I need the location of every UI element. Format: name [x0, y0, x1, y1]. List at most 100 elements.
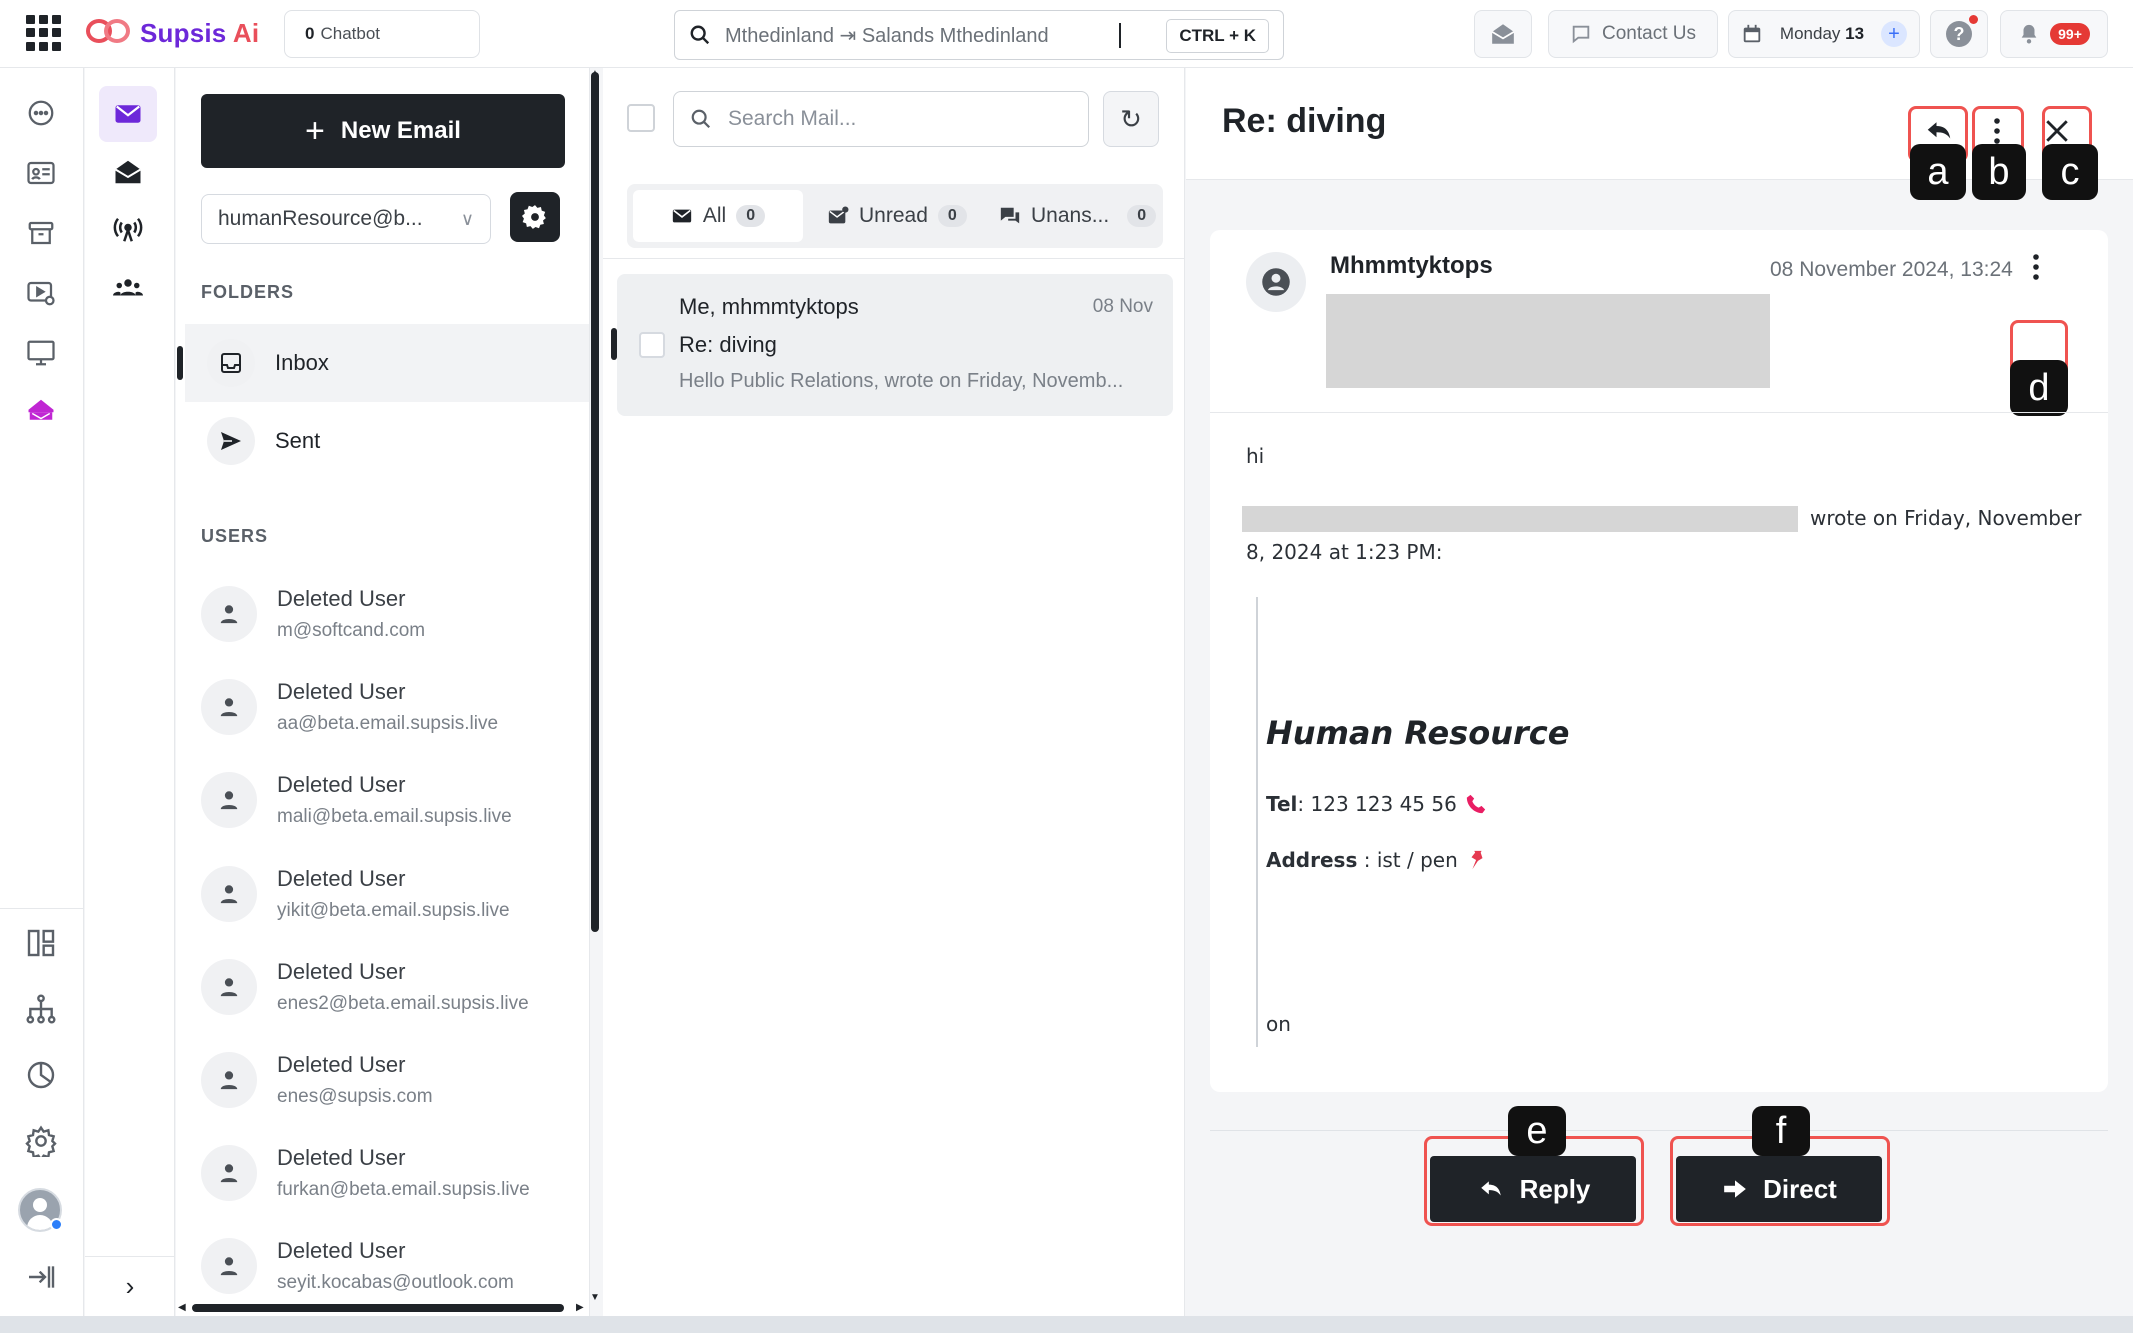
annotation-label-b: b: [1972, 144, 2026, 200]
mail-open-icon: [1491, 24, 1515, 44]
mail-filter-tabs: All 0 Unread 0 Unans... 0: [627, 184, 1163, 248]
folders-heading: FOLDERS: [201, 282, 295, 302]
scroll-up-arrow[interactable]: ▲: [590, 68, 600, 79]
chatbot-label: Chatbot: [320, 24, 381, 43]
annotation-label-d: d: [2010, 360, 2068, 416]
send-icon: [207, 417, 255, 465]
signature-address: Address : ist / pen: [1266, 848, 1488, 872]
global-search-input[interactable]: Mthedinland ⇥ Salands Mthedinland CTRL +…: [674, 10, 1284, 60]
refresh-button[interactable]: ↻: [1103, 91, 1159, 147]
layout-icon[interactable]: [20, 922, 62, 964]
user-avatar-icon: [201, 772, 257, 828]
user-name: Deleted User: [277, 1238, 406, 1263]
notifications-button[interactable]: 99+: [2000, 10, 2108, 58]
tab-all[interactable]: All 0: [633, 190, 803, 242]
media-settings-icon[interactable]: [20, 272, 62, 314]
mail-title: Re: diving: [1222, 102, 1387, 140]
tab-unread[interactable]: Unread 0: [827, 190, 967, 242]
folder-label: Inbox: [275, 350, 329, 375]
mailbox-home-icon[interactable]: [20, 390, 62, 432]
user-list-item[interactable]: Deleted User seyit.kocabas@outlook.com: [201, 1226, 581, 1306]
brand-name: Supsis Ai: [140, 17, 260, 48]
chatbot-selector[interactable]: 0 Chatbot: [284, 10, 480, 58]
calendar-button[interactable]: Monday 13 +: [1728, 10, 1920, 58]
pushpin-icon: [1471, 850, 1483, 870]
select-all-checkbox[interactable]: [627, 104, 655, 132]
tab-unanswered[interactable]: Unans... 0: [999, 190, 1159, 242]
signature-name: Human Resource: [1266, 714, 1570, 752]
settings-gear-icon[interactable]: [20, 1120, 62, 1162]
scroll-down-arrow[interactable]: ▼: [590, 1292, 600, 1303]
account-settings-button[interactable]: [510, 192, 560, 242]
user-list-item[interactable]: Deleted User aa@beta.email.supsis.live: [201, 667, 581, 747]
subnav-open-mail-icon[interactable]: [99, 144, 157, 200]
subnav-team-icon[interactable]: [99, 260, 157, 316]
folders-horizontal-scrollbar[interactable]: [192, 1304, 564, 1312]
subnav-mail-icon[interactable]: [99, 86, 157, 142]
body-tail: on: [1266, 1012, 1291, 1036]
redacted-recipients: [1326, 294, 1770, 388]
signature-tel: Tel: 123 123 45 56: [1266, 792, 1487, 816]
mail-icon: [672, 209, 692, 223]
message-options-button[interactable]: [2014, 242, 2058, 292]
mail-list-item[interactable]: Me, mhmmtyktops 08 Nov Re: diving Hello …: [611, 274, 1173, 416]
user-email: enes2@beta.email.supsis.live: [277, 993, 529, 1014]
mail-search-input[interactable]: Search Mail...: [673, 91, 1089, 147]
chat-icon: [1000, 207, 1020, 224]
gear-icon: [522, 205, 546, 229]
scroll-left-arrow[interactable]: ◀: [178, 1302, 186, 1313]
calendar-icon: [1743, 24, 1761, 43]
mail-item-checkbox[interactable]: [639, 332, 665, 358]
user-email: mali@beta.email.supsis.live: [277, 806, 512, 827]
contacts-card-icon[interactable]: [20, 152, 62, 194]
folder-inbox[interactable]: Inbox: [177, 324, 589, 402]
user-email: m@softcand.com: [277, 620, 426, 641]
user-email: aa@beta.email.supsis.live: [277, 713, 499, 734]
user-list-item[interactable]: Deleted User mali@beta.email.supsis.live: [201, 760, 581, 840]
brand-logo[interactable]: Supsis Ai: [86, 12, 259, 54]
message-separator: [1210, 412, 2108, 413]
hierarchy-icon[interactable]: [20, 988, 62, 1030]
user-avatar-icon: [201, 866, 257, 922]
user-list-item[interactable]: Deleted User enes2@beta.email.supsis.live: [201, 947, 581, 1027]
chevron-down-icon: ∨: [460, 208, 474, 229]
user-list-item[interactable]: Deleted User enes@supsis.com: [201, 1040, 581, 1120]
shortcut-hint: CTRL + K: [1166, 19, 1269, 53]
expand-panel-button[interactable]: ›: [85, 1256, 175, 1316]
monitor-icon[interactable]: [20, 332, 62, 374]
new-email-button[interactable]: + New Email: [201, 94, 565, 168]
bell-icon: [2021, 24, 2037, 44]
main-nav-rail: [0, 68, 84, 1316]
search-placeholder: Search Mail...: [728, 107, 857, 130]
online-status-dot: [50, 1218, 63, 1231]
account-email: humanResource@b...: [218, 207, 423, 230]
conversations-icon[interactable]: [20, 92, 62, 134]
user-email: seyit.kocabas@outlook.com: [277, 1272, 514, 1293]
search-query: Mthedinland ⇥ Salands Mthedinland: [725, 22, 1121, 48]
user-avatar-icon: [201, 959, 257, 1015]
inbox-shortcut-button[interactable]: [1474, 10, 1532, 58]
user-avatar-icon: [201, 1145, 257, 1201]
plus-icon: +: [305, 112, 325, 150]
user-list-item[interactable]: Deleted User yikit@beta.email.supsis.live: [201, 854, 581, 934]
subnav-broadcast-icon[interactable]: [99, 202, 157, 258]
scroll-thumb[interactable]: [591, 72, 599, 932]
add-event-icon[interactable]: +: [1880, 21, 1907, 47]
help-button[interactable]: ?: [1930, 10, 1988, 58]
account-selector[interactable]: humanResource@b... ∨: [201, 194, 491, 244]
user-list-item[interactable]: Deleted User furkan@beta.email.supsis.liv…: [201, 1133, 581, 1213]
scroll-right-arrow[interactable]: ▶: [576, 1302, 584, 1313]
logout-icon[interactable]: [20, 1256, 62, 1298]
message-card: Mhmmtyktops 08 November 2024, 13:24 d hi…: [1210, 230, 2108, 1092]
folder-sent[interactable]: Sent: [185, 402, 589, 480]
chatbot-count: 0: [305, 24, 315, 43]
contact-us-button[interactable]: Contact Us: [1548, 10, 1718, 58]
user-avatar-icon: [201, 1052, 257, 1108]
apps-grid-icon[interactable]: [26, 15, 62, 51]
archive-icon[interactable]: [20, 212, 62, 254]
reports-pie-icon[interactable]: [20, 1054, 62, 1096]
new-email-label: New Email: [340, 117, 461, 144]
user-list-item[interactable]: Deleted User m@softcand.com: [201, 574, 581, 654]
folders-vertical-scrollbar[interactable]: [591, 72, 599, 932]
sender-avatar-icon: [1246, 252, 1306, 312]
